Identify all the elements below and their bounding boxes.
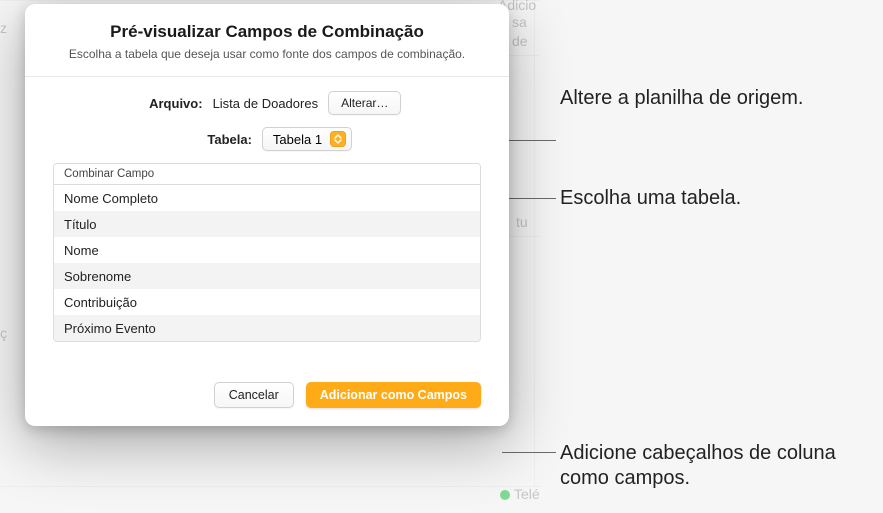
change-button[interactable]: Alterar… (328, 91, 401, 115)
file-value: Lista de Doadores (213, 96, 319, 111)
list-item[interactable]: Próximo Evento (54, 315, 480, 341)
list-item[interactable]: Nome Completo (54, 185, 480, 211)
list-item[interactable]: Nome (54, 237, 480, 263)
add-as-fields-button[interactable]: Adicionar como Campos (306, 382, 481, 408)
file-label: Arquivo: (133, 96, 203, 111)
leader-line (502, 452, 556, 453)
dialog-subtitle: Escolha a tabela que deseja usar como fo… (53, 46, 481, 62)
table-select-value: Tabela 1 (273, 132, 322, 147)
callout-change-source: Altere a planilha de origem. (560, 86, 803, 111)
table-select[interactable]: Tabela 1 (262, 127, 352, 151)
chevron-up-down-icon (330, 131, 346, 147)
list-item[interactable]: Sobrenome (54, 263, 480, 289)
bg-text: Telé (514, 486, 540, 502)
list-header: Combinar Campo (54, 164, 480, 185)
list-item[interactable]: Contribuição (54, 289, 480, 315)
cancel-button[interactable]: Cancelar (214, 382, 294, 408)
merge-fields-preview-dialog: Pré-visualizar Campos de Combinação Esco… (25, 4, 509, 426)
callout-choose-table: Escolha uma tabela. (560, 186, 741, 211)
merge-fields-list: Combinar Campo Nome CompletoTítuloNomeSo… (53, 163, 481, 342)
file-row: Arquivo: Lista de Doadores Alterar… (53, 91, 481, 115)
callout-add-headers: Adicione cabeçalhos de coluna como campo… (560, 441, 883, 491)
list-item[interactable]: Título (54, 211, 480, 237)
table-row: Tabela: Tabela 1 (53, 127, 481, 151)
bg-text: de (512, 33, 528, 49)
dialog-title: Pré-visualizar Campos de Combinação (53, 22, 481, 42)
bg-text: sa (512, 14, 527, 30)
table-label: Tabela: (182, 132, 252, 147)
bg-text: tu (516, 214, 528, 230)
